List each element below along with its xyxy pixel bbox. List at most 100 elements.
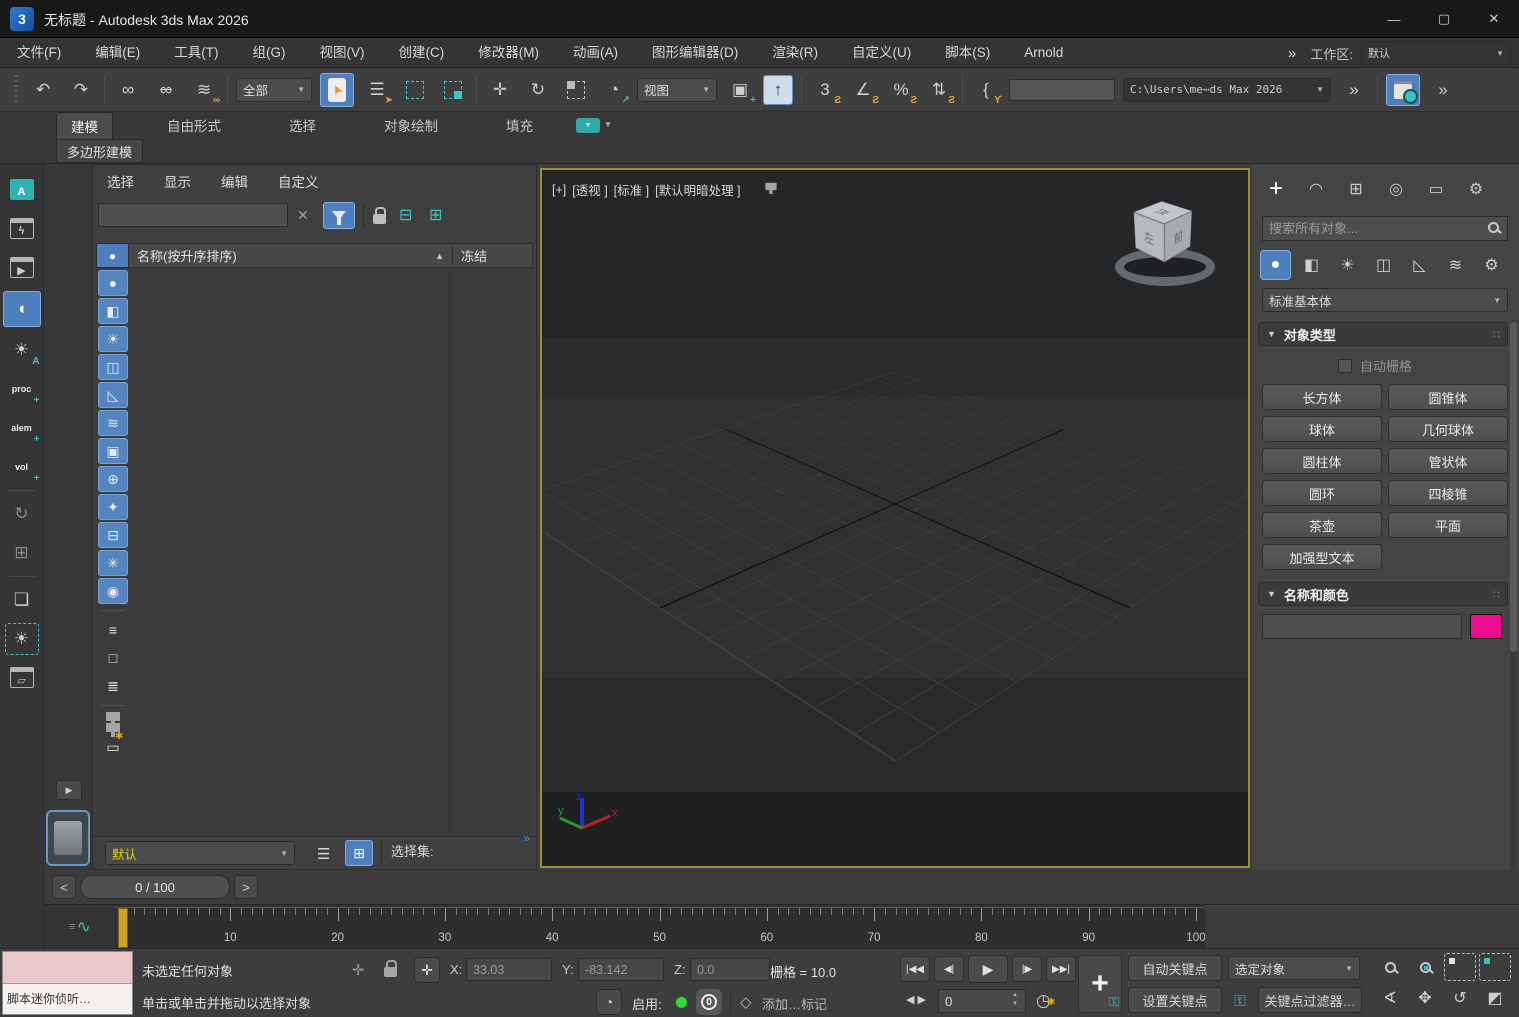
minimize-button[interactable]: — — [1369, 0, 1419, 38]
zoom-extents-all-icon[interactable] — [1479, 953, 1511, 981]
hierarchy-tab[interactable]: ⊞ — [1340, 174, 1372, 204]
display-lights-icon[interactable]: ☀ — [98, 326, 128, 352]
y-coord-field[interactable] — [578, 958, 664, 981]
explorer-menu-3[interactable]: 自定义 — [278, 171, 319, 191]
x-coordinate-field[interactable] — [466, 958, 552, 981]
explorer-search-input[interactable] — [98, 203, 288, 227]
helpers-category-icon[interactable]: ◺ — [1404, 250, 1435, 280]
ribbon-tab-1[interactable]: 自由形式 — [153, 112, 235, 138]
select-and-move-icon[interactable]: ✛ — [485, 75, 515, 105]
select-and-manipulate-icon[interactable]: ↑ — [763, 75, 793, 105]
object-color-swatch[interactable] — [1470, 614, 1502, 639]
explorer-menu-0[interactable]: 选择 — [107, 171, 134, 191]
create-tab[interactable]: + — [1260, 174, 1292, 204]
viewport-label-2[interactable]: [标准 ] — [614, 180, 649, 199]
zoom-icon[interactable] — [1374, 953, 1406, 981]
viewport-label-3[interactable]: [默认明暗处理 ] — [655, 180, 740, 199]
view-detail-icon[interactable]: ≣ — [98, 673, 128, 699]
explorer-preset-dropdown[interactable]: 默认 ▼ — [105, 841, 295, 865]
view-list-icon[interactable]: ≡ — [98, 617, 128, 643]
create-alembic-icon[interactable]: alem+ — [5, 412, 39, 444]
play-button[interactable]: ▶ — [968, 955, 1008, 983]
archive-box-icon[interactable]: ▭ — [98, 734, 128, 760]
mini-curve-editor-icon[interactable]: ≡∿ — [60, 913, 100, 941]
selection-filter-dropdown[interactable]: 全部▼ — [236, 78, 312, 102]
ribbon-options-arrow[interactable]: ▼ — [604, 120, 612, 129]
material-slot[interactable] — [46, 810, 90, 866]
object-button-3[interactable]: 几何球体 — [1388, 416, 1508, 442]
scene-converter-icon[interactable]: A — [5, 174, 39, 206]
key-filters-button[interactable]: 关键点过滤器… — [1258, 987, 1362, 1013]
project-folder-dropdown[interactable]: C:\Users\me⋯ds Max 2026▼ — [1123, 78, 1331, 102]
explorer-menu-2[interactable]: 编辑 — [221, 171, 248, 191]
toolbar-overflow-icon[interactable]: » — [1339, 75, 1369, 105]
percent-snap-icon[interactable]: %Ƨ — [886, 75, 916, 105]
menu-overflow-chevron[interactable]: » — [1282, 45, 1302, 62]
menu-item-5[interactable]: 创建(C) — [382, 38, 462, 67]
name-column-header[interactable]: 名称(按升序排序) — [129, 246, 435, 265]
display-containers-icon[interactable]: ⊟ — [98, 522, 128, 548]
time-configuration-icon[interactable]: ◷✱ — [1036, 991, 1059, 1011]
set-keys-button[interactable]: +⚿ — [1078, 955, 1122, 1013]
frame-spinner[interactable]: ▲▼ — [1012, 991, 1018, 1008]
listener-output-pane[interactable]: 脚本迷你侦听… — [3, 984, 132, 1014]
menu-item-9[interactable]: 渲染(R) — [755, 38, 835, 67]
next-frame-button[interactable]: |▶ — [1012, 956, 1042, 982]
snaps-toggle-icon[interactable]: 3Ƨ — [810, 75, 840, 105]
display-tab[interactable]: ▭ — [1420, 174, 1452, 204]
ribbon-tab-4[interactable]: 填充 — [492, 112, 547, 138]
flat-view-icon[interactable]: ⊞ — [429, 205, 442, 225]
subcategory-dropdown[interactable]: 标准基本体 ▼ — [1262, 288, 1508, 312]
time-slider-marker[interactable] — [118, 908, 128, 948]
workspace-dropdown[interactable]: 默认 ▼ — [1361, 41, 1511, 65]
object-button-8[interactable]: 茶壶 — [1262, 512, 1382, 538]
viewcube[interactable]: 左 前 顶 — [1110, 196, 1220, 296]
explorer-overflow-chevron[interactable]: » — [523, 831, 530, 845]
frame-counter[interactable]: 0 / 100 — [80, 875, 230, 899]
ribbon-tab-0[interactable]: 建模 — [56, 112, 113, 139]
named-selection-sets-icon[interactable]: {ϒ — [971, 75, 1001, 105]
spinner-snap-icon[interactable]: ⇅Ƨ — [924, 75, 954, 105]
display-bones-icon[interactable]: ✦ — [98, 494, 128, 520]
object-button-4[interactable]: 圆柱体 — [1262, 448, 1382, 474]
display-xrefs-icon[interactable]: ⊕ — [98, 466, 128, 492]
display-spacewarps-icon[interactable]: ≋ — [98, 410, 128, 436]
rectangular-selection-region-icon[interactable] — [400, 75, 430, 105]
lights-category-icon[interactable]: ☀ — [1332, 250, 1363, 280]
set-key-button[interactable]: 设置关键点 — [1128, 987, 1222, 1013]
utilities-tab[interactable]: ⚙ — [1460, 174, 1492, 204]
menu-item-3[interactable]: 组(G) — [236, 38, 303, 67]
viewport-label-0[interactable]: [+] — [552, 183, 566, 197]
orbit-icon[interactable]: ↺ — [1444, 984, 1476, 1012]
arnold-render-view-icon[interactable]: ◖ — [3, 291, 41, 327]
viewport-label-1[interactable]: [透视 ] — [572, 180, 607, 199]
fov-icon[interactable]: ∢ — [1374, 984, 1406, 1012]
shapes-category-icon[interactable]: ◧ — [1296, 250, 1327, 280]
adaptive-degradation-icon[interactable]: ◔ — [596, 989, 622, 1015]
menu-item-4[interactable]: 视图(V) — [303, 38, 382, 67]
select-by-name-icon[interactable]: ☰➤ — [362, 75, 392, 105]
new-key-settings-icon[interactable]: ⚿ — [1228, 989, 1252, 1013]
auto-key-button[interactable]: 自动关键点 — [1128, 955, 1222, 981]
object-button-7[interactable]: 四棱锥 — [1388, 480, 1508, 506]
display-groups-icon[interactable]: ▣ — [98, 438, 128, 464]
display-shapes-icon[interactable]: ◧ — [98, 298, 128, 324]
object-type-rollout[interactable]: ▼ 对象类型 ∷ — [1258, 322, 1508, 346]
z-coordinate-field[interactable] — [690, 958, 770, 981]
transform-gizmo-icon[interactable]: ✛ — [352, 961, 365, 979]
display-geometry-icon[interactable]: ● — [98, 270, 128, 296]
reference-coordinate-dropdown[interactable]: 视图▼ — [637, 78, 717, 102]
image-manager-icon[interactable]: ❏ — [5, 584, 39, 616]
lock-explorer-icon[interactable] — [373, 212, 386, 227]
object-button-10[interactable]: 加强型文本 — [1262, 544, 1382, 570]
layer-view-icon[interactable]: ☰ — [317, 845, 330, 863]
ribbon-tab-3[interactable]: 对象绘制 — [370, 112, 452, 138]
menu-item-2[interactable]: 工具(T) — [157, 38, 235, 67]
undo-icon[interactable]: ↶ — [28, 75, 58, 105]
previous-frame-button[interactable]: ◀| — [934, 956, 964, 982]
name-color-rollout[interactable]: ▼ 名称和颜色 ∷ — [1258, 582, 1508, 606]
ribbon-minimize-button[interactable]: ▼ — [576, 118, 600, 133]
frozen-column-header[interactable]: 冻结 — [452, 246, 532, 265]
object-search-input[interactable] — [1262, 216, 1508, 241]
motion-tab[interactable]: ◎ — [1380, 174, 1412, 204]
